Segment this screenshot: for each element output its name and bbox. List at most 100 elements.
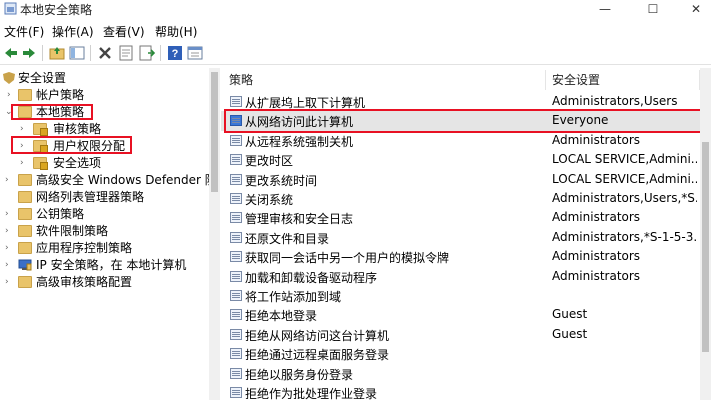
table-row[interactable]: 关闭系统 Administrators,Users,*S... xyxy=(221,189,701,208)
tree-item-security-settings[interactable]: 安全设置 xyxy=(0,70,209,87)
policy-icon xyxy=(230,173,242,185)
chevron-right-icon[interactable]: › xyxy=(20,155,30,172)
table-row[interactable]: 拒绝作为批处理作业登录 xyxy=(221,383,701,400)
tree-item-software-restriction[interactable]: › 软件限制策略 xyxy=(0,223,209,240)
policy-setting: Guest xyxy=(552,326,588,341)
policy-icon xyxy=(230,212,242,224)
chevron-right-icon[interactable]: › xyxy=(5,274,15,291)
up-folder-icon[interactable] xyxy=(48,44,66,62)
properties-icon[interactable] xyxy=(117,44,135,62)
table-row[interactable]: 拒绝通过远程桌面服务登录 xyxy=(221,344,701,363)
chevron-down-icon[interactable]: ⌄ xyxy=(5,104,15,121)
tree-label: 安全设置 xyxy=(18,71,67,85)
help-icon[interactable]: ? xyxy=(166,44,184,62)
policy-name: 还原文件和目录 xyxy=(245,231,330,246)
tree-item-local-policy[interactable]: ⌄ 本地策略 xyxy=(0,104,209,121)
tree-item-app-control[interactable]: › 应用程序控制策略 xyxy=(0,240,209,257)
policy-setting: Guest xyxy=(552,307,588,322)
table-row[interactable]: 更改系统时间 LOCAL SERVICE,Admini... xyxy=(221,170,701,189)
list-scrollbar[interactable] xyxy=(700,68,711,400)
export-list-icon[interactable] xyxy=(138,44,156,62)
window-title: 本地安全策略 xyxy=(20,3,93,17)
chevron-right-icon[interactable]: › xyxy=(5,206,15,223)
chevron-right-icon[interactable]: › xyxy=(5,240,15,257)
scrollbar-thumb[interactable] xyxy=(211,72,218,192)
chevron-right-icon[interactable]: › xyxy=(5,223,15,240)
toolbar-separator xyxy=(160,45,161,61)
policy-icon xyxy=(230,348,242,360)
policy-name: 将工作站添加到域 xyxy=(245,290,342,304)
chevron-right-icon[interactable]: › xyxy=(7,87,17,104)
column-separator[interactable] xyxy=(545,70,546,90)
table-row[interactable]: 更改时区 LOCAL SERVICE,Admini... xyxy=(221,150,701,169)
svg-text:?: ? xyxy=(172,48,179,60)
console-icon[interactable] xyxy=(186,44,204,62)
chevron-right-icon[interactable]: › xyxy=(5,172,15,189)
chevron-right-icon[interactable]: › xyxy=(20,121,30,138)
policy-setting: Everyone xyxy=(552,113,609,128)
policy-name: 获取同一会话中另一个用户的模拟令牌 xyxy=(245,251,450,266)
column-header-setting[interactable]: 安全设置 xyxy=(552,68,600,92)
tree-item-public-key[interactable]: › 公钥策略 xyxy=(0,206,209,223)
show-hide-tree-icon[interactable] xyxy=(68,44,86,62)
forward-arrow-icon[interactable] xyxy=(20,44,38,62)
policy-icon xyxy=(230,231,242,243)
table-row[interactable]: 拒绝以服务身份登录 xyxy=(221,364,701,383)
tree-label: IP 安全策略，在 本地计算机 xyxy=(36,258,187,272)
menu-action[interactable]: 操作(A) xyxy=(52,23,94,40)
toolbar-separator xyxy=(42,45,43,61)
table-row[interactable]: 从扩展坞上取下计算机 Administrators,Users xyxy=(221,92,701,111)
policy-icon xyxy=(230,251,242,263)
folder-icon xyxy=(18,89,32,101)
tree-item-network-list[interactable]: 网络列表管理器策略 xyxy=(0,189,209,206)
table-row[interactable]: 将工作站添加到域 xyxy=(221,286,701,305)
table-row[interactable]: 拒绝从网络访问这台计算机 Guest xyxy=(221,325,701,344)
tree-label: 安全选项 xyxy=(53,156,102,170)
policy-icon xyxy=(230,290,242,301)
tree-item-security-options[interactable]: › 安全选项 xyxy=(0,155,209,172)
menu-help[interactable]: 帮助(H) xyxy=(155,23,197,40)
scrollbar-thumb[interactable] xyxy=(702,142,709,352)
locked-folder-icon xyxy=(33,140,48,153)
ip-security-icon xyxy=(18,259,32,271)
table-row[interactable]: 拒绝本地登录 Guest xyxy=(221,305,701,324)
minimize-button[interactable]: — xyxy=(585,0,625,18)
tree-item-ip-security[interactable]: › IP 安全策略，在 本地计算机 xyxy=(0,257,209,274)
menu-view[interactable]: 查看(V) xyxy=(103,23,145,40)
maximize-button[interactable]: ☐ xyxy=(633,0,673,18)
table-row[interactable]: 获取同一会话中另一个用户的模拟令牌 Administrators xyxy=(221,247,701,266)
delete-icon[interactable] xyxy=(96,44,114,62)
shield-icon xyxy=(3,72,15,84)
table-row-selected[interactable]: 从网络访问此计算机 Everyone xyxy=(221,111,701,131)
policy-name: 加载和卸载设备驱动程序 xyxy=(245,270,378,285)
table-row[interactable]: 管理审核和安全日志 Administrators xyxy=(221,208,701,227)
table-row[interactable]: 还原文件和目录 Administrators,*S-1-5-3... xyxy=(221,228,701,247)
tree-item-defender-firewall[interactable]: › 高级安全 Windows Defender 防火墙 xyxy=(0,172,219,189)
policy-icon xyxy=(230,154,242,166)
policy-icon xyxy=(230,115,242,127)
chevron-right-icon[interactable]: › xyxy=(5,257,15,274)
folder-icon xyxy=(18,225,32,237)
policy-icon xyxy=(230,270,242,282)
tree-label: 应用程序控制策略 xyxy=(36,241,133,255)
tree-scrollbar[interactable] xyxy=(209,68,220,400)
chevron-right-icon[interactable]: › xyxy=(20,138,30,155)
policy-name: 拒绝以服务身份登录 xyxy=(245,367,354,382)
policy-icon xyxy=(230,387,242,398)
navigation-tree: 安全设置 › 帐户策略 ⌄ 本地策略 › 审核策略 › 用户权限分配 › 安全选… xyxy=(0,68,220,400)
menu-file[interactable]: 文件(F) xyxy=(4,23,44,40)
tree-label: 高级审核策略配置 xyxy=(36,275,133,289)
tree-item-account-policy[interactable]: › 帐户策略 xyxy=(0,87,209,104)
back-arrow-icon[interactable] xyxy=(2,44,20,62)
tree-label: 软件限制策略 xyxy=(36,224,109,238)
policy-list: 策略 安全设置 从扩展坞上取下计算机 Administrators,Users … xyxy=(221,68,711,400)
tree-item-advanced-audit[interactable]: › 高级审核策略配置 xyxy=(0,274,209,291)
tree-label: 审核策略 xyxy=(53,122,102,136)
policy-name: 拒绝通过远程桌面服务登录 xyxy=(245,348,390,363)
tree-item-audit-policy[interactable]: › 审核策略 xyxy=(0,121,209,138)
column-header-policy[interactable]: 策略 xyxy=(229,68,253,92)
table-row[interactable]: 从远程系统强制关机 Administrators xyxy=(221,131,701,150)
close-button[interactable]: ✕ xyxy=(681,0,711,18)
tree-item-user-rights[interactable]: › 用户权限分配 xyxy=(0,138,209,155)
table-row[interactable]: 加载和卸载设备驱动程序 Administrators xyxy=(221,267,701,286)
